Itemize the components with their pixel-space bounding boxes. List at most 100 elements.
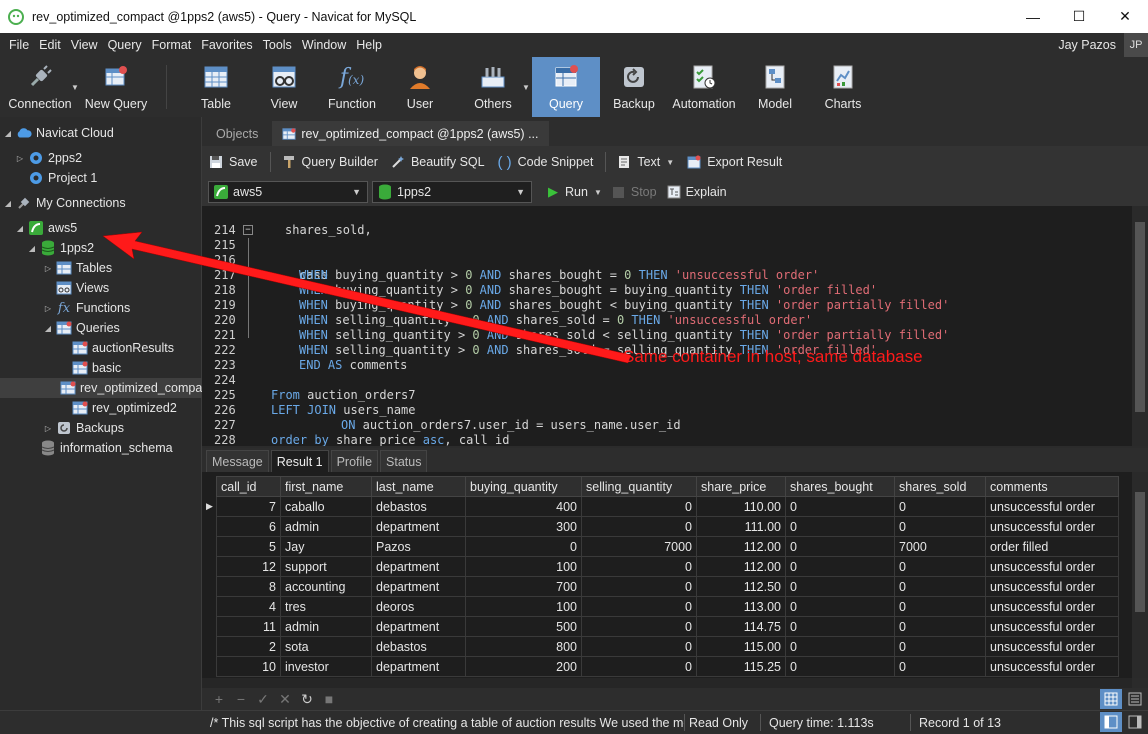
table-cell[interactable]: 0 (894, 636, 986, 657)
connection-dropdown-icon[interactable]: ▼ (71, 83, 79, 92)
automation-button[interactable]: Automation (668, 57, 740, 117)
column-header[interactable]: comments (985, 476, 1119, 497)
table-cell[interactable]: 0 (785, 596, 895, 617)
scroll-thumb[interactable] (1135, 222, 1145, 412)
menu-format[interactable]: Format (147, 38, 197, 52)
table-cell[interactable]: unsuccessful order (985, 496, 1119, 517)
table-cell[interactable]: 0 (465, 536, 582, 557)
table-cell[interactable]: 2 (216, 636, 281, 657)
close-button[interactable]: ✕ (1102, 0, 1148, 33)
table-cell[interactable]: 0 (894, 496, 986, 517)
tab-message[interactable]: Message (206, 450, 269, 472)
table-cell[interactable]: unsuccessful order (985, 596, 1119, 617)
table-cell[interactable]: unsuccessful order (985, 516, 1119, 537)
tab-profile[interactable]: Profile (330, 450, 379, 472)
run-dropdown-icon[interactable]: ▼ (594, 188, 602, 197)
menu-edit[interactable]: Edit (34, 38, 66, 52)
tab-objects[interactable]: Objects (206, 121, 268, 146)
table-cell[interactable]: debastos (371, 496, 466, 517)
model-button[interactable]: Model (752, 57, 798, 117)
table-cell[interactable]: department (371, 616, 466, 637)
view-button[interactable]: View (258, 57, 310, 117)
table-cell[interactable]: department (371, 656, 466, 677)
table-cell[interactable]: department (371, 556, 466, 577)
tree-item-basic[interactable]: basic (0, 358, 202, 378)
column-header[interactable]: share_price (696, 476, 786, 497)
beautify-sql-button[interactable]: Beautify SQL (390, 154, 485, 170)
tree-item-my-connections[interactable]: ◢ My Connections (0, 193, 202, 213)
tree-item-queries[interactable]: ◢ Queries (0, 318, 202, 338)
stop-button[interactable]: Stop (612, 185, 657, 199)
menu-window[interactable]: Window (297, 38, 351, 52)
menu-favorites[interactable]: Favorites (196, 38, 257, 52)
tree-item-navicat-cloud[interactable]: ◢ Navicat Cloud (0, 123, 202, 143)
table-cell[interactable]: 7000 (581, 536, 697, 557)
table-cell[interactable]: 0 (894, 656, 986, 677)
collapse-arrow-icon[interactable]: ◢ (26, 244, 38, 253)
table-cell[interactable]: 10 (216, 656, 281, 677)
table-cell[interactable]: department (371, 576, 466, 597)
table-cell[interactable]: 0 (785, 636, 895, 657)
table-cell[interactable]: 114.75 (696, 616, 786, 637)
table-cell[interactable]: unsuccessful order (985, 636, 1119, 657)
table-cell[interactable]: unsuccessful order (985, 576, 1119, 597)
table-cell[interactable]: 0 (785, 556, 895, 577)
table-cell[interactable]: sota (280, 636, 372, 657)
connection-select[interactable]: aws5 ▼ (208, 181, 368, 203)
tree-item-functions[interactable]: ▷ fx Functions (0, 298, 202, 318)
table-cell[interactable]: 0 (581, 516, 697, 537)
sql-editor[interactable]: 214 shares_sold, 215 − case 216 WHEN buyi… (202, 206, 1148, 446)
expand-arrow-icon[interactable]: ▷ (42, 304, 54, 313)
tree-item-tables[interactable]: ▷ Tables (0, 258, 202, 278)
table-cell[interactable]: 0 (785, 496, 895, 517)
user-button[interactable]: User (396, 57, 444, 117)
table-row[interactable]: 5 Jay Pazos 0 7000 112.00 0 7000 order filled (216, 536, 1119, 557)
table-row[interactable]: 10 investor department 200 0 115.25 0 0 unsucces… (216, 656, 1119, 677)
function-button[interactable]: f(x) Function (324, 57, 380, 117)
expand-arrow-icon[interactable]: ▷ (14, 154, 26, 163)
apply-changes-button[interactable]: ✓ (252, 689, 274, 709)
user-account[interactable]: Jay Pazos JP (1058, 33, 1148, 57)
table-cell[interactable]: 113.00 (696, 596, 786, 617)
split-view-button[interactable] (1100, 712, 1122, 732)
menu-view[interactable]: View (66, 38, 103, 52)
table-cell[interactable]: unsuccessful order (985, 656, 1119, 677)
column-header[interactable]: last_name (371, 476, 466, 497)
table-cell[interactable]: deoros (371, 596, 466, 617)
table-row[interactable]: 8 accounting department 700 0 112.50 0 0 unsucce… (216, 576, 1119, 597)
table-cell[interactable]: unsuccessful order (985, 616, 1119, 637)
table-cell[interactable]: 0 (785, 656, 895, 677)
maximize-button[interactable]: ☐ (1056, 0, 1102, 33)
table-cell[interactable]: 112.50 (696, 576, 786, 597)
table-row[interactable]: 6 admin department 300 0 111.00 0 0 unsuccessful… (216, 516, 1119, 537)
backup-button[interactable]: Backup (608, 57, 660, 117)
table-cell[interactable]: 5 (216, 536, 281, 557)
table-cell[interactable]: 800 (465, 636, 582, 657)
tree-item-1pps2[interactable]: ◢ 1pps2 (0, 238, 202, 258)
table-cell[interactable]: 400 (465, 496, 582, 517)
table-cell[interactable]: 0 (581, 596, 697, 617)
grid-vertical-scrollbar[interactable] (1132, 472, 1148, 678)
column-header[interactable]: shares_sold (894, 476, 986, 497)
scroll-thumb[interactable] (1135, 492, 1145, 612)
table-cell[interactable]: support (280, 556, 372, 577)
expand-arrow-icon[interactable]: ▷ (42, 264, 54, 273)
table-cell[interactable]: order filled (985, 536, 1119, 557)
table-cell[interactable]: 11 (216, 616, 281, 637)
table-cell[interactable]: 0 (894, 596, 986, 617)
table-cell[interactable]: 0 (581, 556, 697, 577)
export-result-button[interactable]: Export Result (686, 154, 782, 170)
query-builder-button[interactable]: Query Builder (281, 154, 378, 170)
table-cell[interactable]: Jay (280, 536, 372, 557)
tree-item-rev-optimized-compact[interactable]: rev_optimized_compact (0, 378, 202, 398)
table-row[interactable]: 11 admin department 500 0 114.75 0 0 unsuccessfu… (216, 616, 1119, 637)
table-row[interactable]: 7 caballo debastos 400 0 110.00 0 0 unsuccessful… (216, 496, 1119, 517)
menu-file[interactable]: File (4, 38, 34, 52)
tab-query[interactable]: rev_optimized_compact @1pps2 (aws5) ... (272, 121, 549, 146)
table-cell[interactable]: department (371, 516, 466, 537)
tree-item-rev-optimized2[interactable]: rev_optimized2 (0, 398, 202, 418)
table-cell[interactable]: unsuccessful order (985, 556, 1119, 577)
run-button[interactable]: ▶ Run ▼ (546, 184, 602, 199)
new-query-button[interactable]: New Query (82, 57, 150, 117)
table-cell[interactable]: 110.00 (696, 496, 786, 517)
